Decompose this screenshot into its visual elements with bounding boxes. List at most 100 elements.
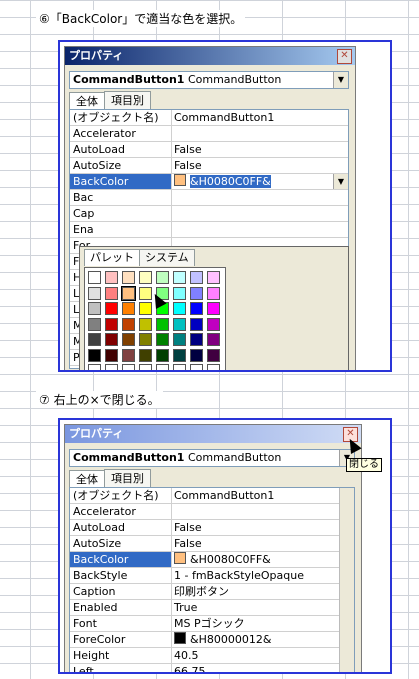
property-row[interactable]: Ena — [70, 222, 348, 238]
color-cell[interactable] — [105, 317, 118, 331]
property-row[interactable]: BackColor&H0080C0FF&▼ — [70, 174, 348, 190]
property-value[interactable] — [171, 222, 348, 237]
property-row[interactable]: Caption 印刷ボタン — [70, 584, 354, 600]
property-row[interactable]: AutoLoad False — [70, 142, 348, 158]
property-value[interactable]: 40.5 — [171, 648, 354, 663]
color-cell[interactable] — [190, 364, 203, 370]
color-cell[interactable] — [190, 286, 203, 300]
color-cell[interactable] — [139, 317, 152, 331]
property-row[interactable]: (オブジェクト名) CommandButton1 — [70, 110, 348, 126]
property-value[interactable]: 66.75 — [171, 664, 354, 672]
color-cell[interactable] — [88, 364, 101, 370]
color-cell[interactable] — [122, 364, 135, 370]
close-icon[interactable]: ✕ — [337, 49, 352, 64]
color-cell[interactable] — [121, 285, 136, 301]
property-value[interactable]: CommandButton1 — [171, 488, 354, 503]
color-cell[interactable] — [105, 302, 118, 315]
vertical-scrollbar[interactable] — [339, 488, 354, 672]
property-row[interactable]: Accelerator — [70, 504, 354, 520]
tab-categorized[interactable]: 項目別 — [104, 91, 151, 109]
chevron-down-icon[interactable]: ▼ — [333, 174, 348, 189]
property-row[interactable]: Left 66.75 — [70, 664, 354, 672]
color-cell[interactable] — [122, 333, 135, 346]
tab-all[interactable]: 全体 — [69, 92, 105, 110]
object-selector[interactable]: CommandButton1 CommandButton ▼ — [69, 449, 355, 467]
color-cell[interactable] — [207, 286, 220, 300]
property-row[interactable]: AutoLoad False — [70, 520, 354, 536]
property-value[interactable]: &H80000012& — [171, 632, 354, 647]
color-cell[interactable] — [190, 348, 203, 362]
property-value[interactable]: &H0080C0FF&▼ — [171, 174, 348, 189]
object-selector[interactable]: CommandButton1 CommandButton ▼ — [69, 71, 349, 89]
property-value[interactable]: MS Pゴシック — [171, 616, 354, 631]
property-row[interactable]: (オブジェクト名) CommandButton1 — [70, 488, 354, 504]
color-cell[interactable] — [173, 317, 186, 331]
property-value[interactable]: 1 - fmBackStyleOpaque — [171, 568, 354, 583]
property-value[interactable]: 印刷ボタン — [171, 584, 354, 599]
color-cell[interactable] — [88, 271, 101, 284]
color-cell[interactable] — [207, 364, 220, 370]
property-value[interactable]: True — [171, 600, 354, 615]
color-cell[interactable] — [173, 348, 186, 362]
color-cell[interactable] — [105, 286, 118, 300]
color-cell[interactable] — [105, 364, 118, 370]
property-row[interactable]: Cap — [70, 206, 348, 222]
color-cell[interactable] — [122, 271, 135, 284]
color-cell[interactable] — [156, 333, 169, 346]
color-cell[interactable] — [122, 302, 135, 315]
property-value[interactable]: False — [171, 520, 354, 535]
color-cell[interactable] — [139, 348, 152, 362]
color-cell[interactable] — [88, 286, 101, 300]
color-cell[interactable] — [207, 333, 220, 346]
color-cell[interactable] — [173, 364, 186, 370]
tab-palette[interactable]: パレット — [84, 249, 140, 266]
color-cell[interactable] — [139, 364, 152, 370]
color-cell[interactable] — [156, 348, 169, 362]
property-row[interactable]: Height 40.5 — [70, 648, 354, 664]
property-value[interactable]: False — [171, 142, 348, 157]
color-cell[interactable] — [207, 302, 220, 315]
color-cell[interactable] — [105, 333, 118, 346]
color-cell[interactable] — [190, 271, 203, 284]
color-cell[interactable] — [88, 348, 101, 362]
color-cell[interactable] — [105, 271, 118, 284]
color-cell[interactable] — [207, 271, 220, 284]
tab-all[interactable]: 全体 — [69, 470, 105, 488]
color-cell[interactable] — [105, 348, 118, 362]
color-cell[interactable] — [173, 302, 186, 315]
property-value[interactable] — [171, 126, 348, 141]
color-cell[interactable] — [156, 271, 169, 284]
title-bar[interactable]: プロパティ ✕ — [65, 425, 361, 443]
property-row[interactable]: Font MS Pゴシック — [70, 616, 354, 632]
color-cell[interactable] — [156, 317, 169, 331]
property-value[interactable]: CommandButton1 — [171, 110, 348, 125]
property-value[interactable]: &H0080C0FF&▼ — [171, 552, 354, 567]
property-value[interactable]: False — [171, 536, 354, 551]
property-row[interactable]: Bac — [70, 190, 348, 206]
color-cell[interactable] — [88, 333, 101, 346]
color-cell[interactable] — [122, 317, 135, 331]
color-cell[interactable] — [173, 333, 186, 346]
color-cell[interactable] — [190, 317, 203, 331]
property-row[interactable]: AutoSize False — [70, 158, 348, 174]
color-cell[interactable] — [190, 333, 203, 346]
tab-categorized[interactable]: 項目別 — [104, 469, 151, 487]
title-bar[interactable]: プロパティ ✕ — [65, 47, 355, 65]
property-value[interactable] — [171, 190, 348, 205]
color-cell[interactable] — [173, 271, 186, 284]
property-row[interactable]: ForeColor &H80000012& — [70, 632, 354, 648]
color-cell[interactable] — [139, 302, 152, 315]
property-value[interactable] — [171, 206, 348, 221]
color-cell[interactable] — [156, 364, 169, 370]
color-cell[interactable] — [207, 348, 220, 362]
property-value[interactable]: False — [171, 158, 348, 173]
tab-system[interactable]: システム — [139, 249, 195, 266]
property-row[interactable]: AutoSize False — [70, 536, 354, 552]
property-row[interactable]: BackColor&H0080C0FF&▼ — [70, 552, 354, 568]
property-row[interactable]: Accelerator — [70, 126, 348, 142]
color-cell[interactable] — [173, 286, 186, 300]
color-cell[interactable] — [139, 271, 152, 284]
property-row[interactable]: Enabled True — [70, 600, 354, 616]
color-cell[interactable] — [139, 333, 152, 346]
color-cell[interactable] — [207, 317, 220, 331]
